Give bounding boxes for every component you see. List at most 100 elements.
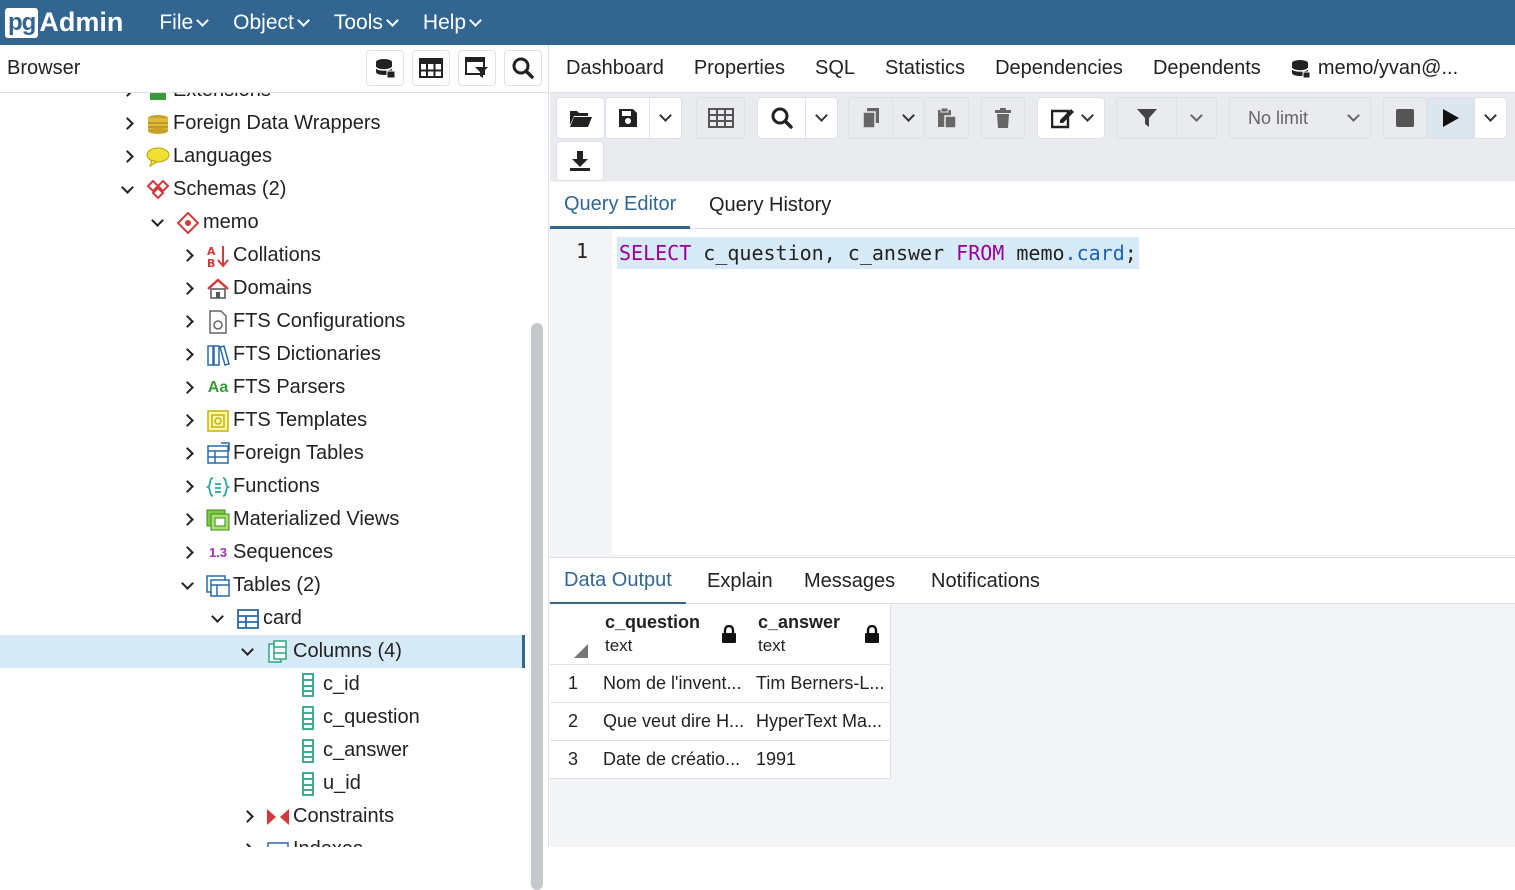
edit-dropdown-button[interactable] xyxy=(1037,97,1105,139)
extensions-icon xyxy=(146,93,170,103)
chevron-down-icon[interactable] xyxy=(211,609,224,623)
tab-sql[interactable]: SQL xyxy=(815,57,855,80)
tab-query-tool[interactable]: memo/yvan@... xyxy=(1291,57,1458,80)
chevron-right-icon[interactable] xyxy=(181,480,194,493)
tab-dashboard[interactable]: Dashboard xyxy=(566,57,664,80)
tree-item-memo[interactable]: memo xyxy=(0,206,525,239)
grid-cell[interactable]: Que veut dire H... xyxy=(596,703,750,741)
tree-item-card[interactable]: card xyxy=(0,602,525,635)
tab-statistics[interactable]: Statistics xyxy=(885,57,965,80)
tree-item-fts-templates[interactable]: FTS Templates xyxy=(0,404,525,437)
tree-scrollbar[interactable] xyxy=(531,323,543,890)
filter-button[interactable] xyxy=(1116,97,1177,139)
chevron-right-icon[interactable] xyxy=(181,282,194,295)
save-dropdown-button[interactable] xyxy=(649,97,682,139)
tree-item-foreign-data-wrappers[interactable]: Foreign Data Wrappers xyxy=(0,107,525,140)
edit-rows-button[interactable] xyxy=(696,97,745,139)
menu-object[interactable]: Object xyxy=(233,11,310,35)
chevron-down-icon[interactable] xyxy=(121,180,134,194)
tab-dependents[interactable]: Dependents xyxy=(1153,57,1261,80)
menu-tools[interactable]: Tools xyxy=(334,11,399,35)
chevron-right-icon[interactable] xyxy=(181,249,194,262)
tab-dependencies[interactable]: Dependencies xyxy=(995,57,1123,80)
chevron-right-icon[interactable] xyxy=(181,447,194,460)
tab-notifications[interactable]: Notifications xyxy=(931,558,1040,605)
delete-rows-button[interactable] xyxy=(981,97,1025,139)
row-number[interactable]: 3 xyxy=(550,741,597,779)
tree-item-fts-dictionaries[interactable]: FTS Dictionaries xyxy=(0,338,525,371)
grid-cell[interactable]: 1991 xyxy=(749,741,891,779)
tree-item-domains[interactable]: Domains xyxy=(0,272,525,305)
filter-dropdown-button[interactable] xyxy=(1176,97,1217,139)
find-dropdown-button[interactable] xyxy=(805,97,838,139)
chevron-right-icon[interactable] xyxy=(241,843,254,847)
tree-item-constraints[interactable]: Constraints xyxy=(0,800,525,833)
cancel-query-button[interactable] xyxy=(1383,97,1427,139)
tab-properties[interactable]: Properties xyxy=(694,57,785,80)
sql-editor[interactable]: 1 SELECT c_question, c_answer FROM memo.… xyxy=(550,229,1515,555)
tree-item-foreign-tables[interactable]: Foreign Tables xyxy=(0,437,525,470)
chevron-right-icon[interactable] xyxy=(121,117,134,130)
download-button[interactable] xyxy=(556,141,604,181)
chevron-right-icon[interactable] xyxy=(121,150,134,163)
row-number[interactable]: 1 xyxy=(550,665,597,703)
fts-configurations-icon xyxy=(206,309,230,334)
chevron-right-icon[interactable] xyxy=(181,348,194,361)
save-file-button[interactable] xyxy=(605,97,650,139)
tab-explain[interactable]: Explain xyxy=(707,558,773,605)
chevron-right-icon[interactable] xyxy=(181,414,194,427)
open-file-button[interactable] xyxy=(556,97,605,139)
copy-dropdown-button[interactable] xyxy=(892,97,924,139)
tree-item-indexes[interactable]: Indexes xyxy=(0,833,525,847)
column-header-c-answer[interactable]: c_answer text xyxy=(749,604,891,665)
filtered-rows-button[interactable] xyxy=(458,50,496,86)
execute-dropdown-button[interactable] xyxy=(1474,97,1507,139)
tab-messages[interactable]: Messages xyxy=(804,558,895,605)
tree-item-schemas-2[interactable]: Schemas (2) xyxy=(0,173,525,206)
tree-item-fts-configurations[interactable]: FTS Configurations xyxy=(0,305,525,338)
chevron-down-icon[interactable] xyxy=(151,213,164,227)
tree-item-u-id[interactable]: u_id xyxy=(0,767,525,800)
tab-query-editor[interactable]: Query Editor xyxy=(550,182,691,229)
grid-cell[interactable]: HyperText Ma... xyxy=(749,703,891,741)
grid-cell[interactable]: Tim Berners-L... xyxy=(749,665,891,703)
execute-button[interactable] xyxy=(1427,97,1475,139)
chevron-right-icon[interactable] xyxy=(181,546,194,559)
chevron-down-icon[interactable] xyxy=(181,576,194,590)
chevron-right-icon[interactable] xyxy=(121,93,134,97)
grid-cell[interactable]: Date de créatio... xyxy=(596,741,750,779)
tree-item-columns-4[interactable]: Columns (4) xyxy=(0,635,525,668)
tree-item-sequences[interactable]: 1.3 Sequences xyxy=(0,536,525,569)
tab-query-history[interactable]: Query History xyxy=(709,182,831,229)
copy-button[interactable] xyxy=(848,97,893,139)
chevron-right-icon[interactable] xyxy=(241,810,254,823)
grid-cell[interactable]: Nom de l'invent... xyxy=(596,665,750,703)
chevron-right-icon[interactable] xyxy=(181,315,194,328)
row-limit-select[interactable]: No limit xyxy=(1229,97,1371,139)
tree-item-tables-2[interactable]: Tables (2) xyxy=(0,569,525,602)
paste-button[interactable] xyxy=(925,97,969,139)
chevron-right-icon[interactable] xyxy=(181,381,194,394)
sql-code-line[interactable]: SELECT c_question, c_answer FROM memo.ca… xyxy=(617,237,1139,269)
find-button[interactable] xyxy=(757,97,806,139)
search-objects-button[interactable] xyxy=(504,50,542,86)
column-header-c-question[interactable]: c_question text xyxy=(596,604,750,665)
tree-item-c-id[interactable]: c_id xyxy=(0,668,525,701)
tree-item-fts-parsers[interactable]: Aa FTS Parsers xyxy=(0,371,525,404)
chevron-right-icon[interactable] xyxy=(181,513,194,526)
tree-item-c-question[interactable]: c_question xyxy=(0,701,525,734)
menu-file[interactable]: File xyxy=(159,11,210,35)
tree-item-collations[interactable]: A B Collations xyxy=(0,239,525,272)
tree-item-c-answer[interactable]: c_answer xyxy=(0,734,525,767)
chevron-down-icon[interactable] xyxy=(241,642,254,656)
tree-item-materialized-views[interactable]: Materialized Views xyxy=(0,503,525,536)
tree-item-extensions[interactable]: Extensions xyxy=(0,93,525,107)
row-number[interactable]: 2 xyxy=(550,703,597,741)
tab-data-output[interactable]: Data Output xyxy=(550,558,686,605)
tree-item-functions[interactable]: Functions xyxy=(0,470,525,503)
menu-help[interactable]: Help xyxy=(423,11,482,35)
tree-item-languages[interactable]: Languages xyxy=(0,140,525,173)
query-tool-button[interactable] xyxy=(366,50,404,86)
view-data-button[interactable] xyxy=(412,50,450,86)
select-all-corner[interactable] xyxy=(550,604,597,665)
